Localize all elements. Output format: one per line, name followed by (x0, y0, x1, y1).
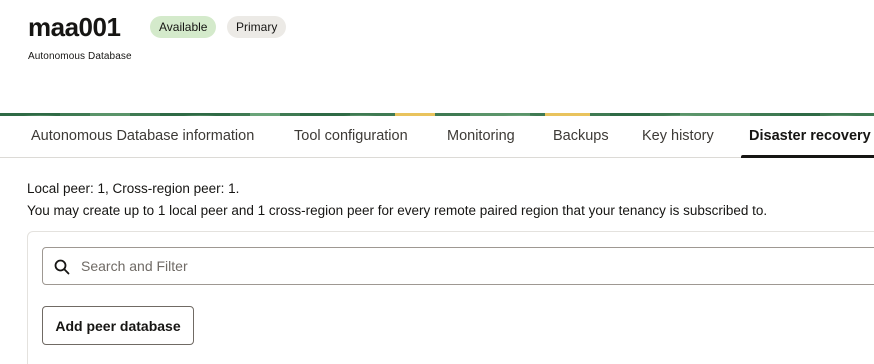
decorative-banner (0, 108, 874, 116)
add-peer-database-button[interactable]: Add peer database (42, 306, 194, 345)
status-badge: Available (150, 16, 217, 38)
search-input[interactable] (81, 248, 861, 284)
search-icon (53, 258, 71, 276)
peer-counts-text: Local peer: 1, Cross-region peer: 1. (27, 181, 240, 196)
page-title: maa001 (28, 12, 121, 42)
peers-panel: Add peer database (27, 231, 874, 364)
page-subtitle: Autonomous Database (28, 51, 132, 62)
tab-monitoring[interactable]: Monitoring (447, 116, 515, 157)
tab-backups[interactable]: Backups (553, 116, 609, 157)
tab-tool-configuration[interactable]: Tool configuration (294, 116, 408, 157)
tab-key-history[interactable]: Key history (642, 116, 714, 157)
tab-autonomous-database-information[interactable]: Autonomous Database information (31, 116, 254, 157)
role-badge: Primary (227, 16, 287, 38)
page-header: maa001 Available Primary Autonomous Data… (0, 0, 874, 108)
peer-limit-note: You may create up to 1 local peer and 1 … (27, 203, 768, 218)
search-field[interactable] (42, 247, 874, 285)
tab-bar: Autonomous Database information Tool con… (0, 116, 874, 158)
tab-disaster-recovery[interactable]: Disaster recovery (741, 116, 874, 158)
